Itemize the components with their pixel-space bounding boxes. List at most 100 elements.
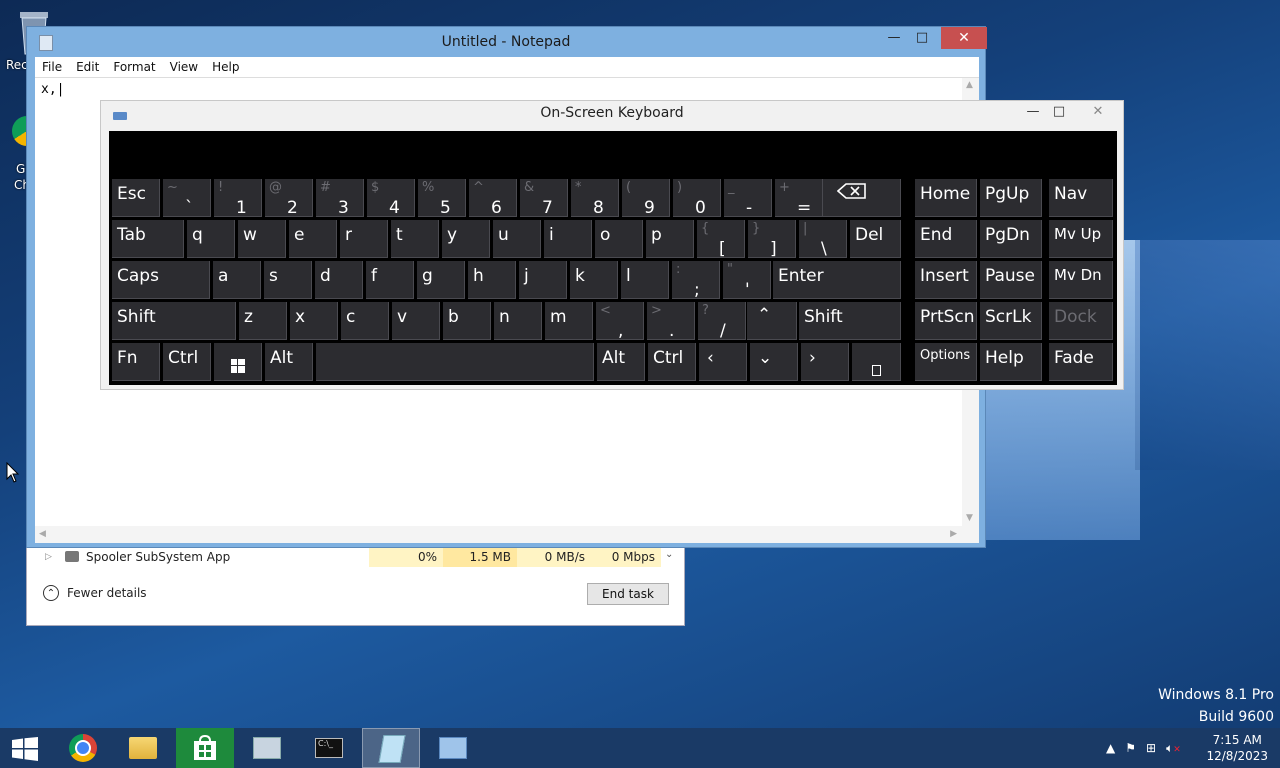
key-ctrl-left[interactable]: Ctrl — [163, 343, 211, 381]
scroll-left-icon[interactable]: ◀ — [39, 529, 46, 539]
key-num-11[interactable]: _ - — [724, 179, 772, 218]
key-y[interactable]: y — [442, 220, 490, 258]
end-task-button[interactable]: End task — [587, 583, 669, 605]
key-num-7[interactable]: & 7 — [520, 179, 568, 218]
key-backspace[interactable] — [823, 179, 901, 217]
key-tab[interactable]: Tab — [112, 220, 184, 258]
key-scrlk[interactable]: ScrLk — [980, 302, 1042, 340]
key-left[interactable]: ‹ — [699, 343, 747, 381]
key-home[interactable]: Home — [915, 179, 977, 217]
close-button[interactable]: ✕ — [941, 27, 987, 49]
start-button[interactable] — [0, 728, 50, 768]
network-icon[interactable]: ⊞ — [1146, 741, 1156, 755]
key-options[interactable]: Options — [915, 343, 977, 381]
key-a[interactable]: a — [213, 261, 261, 299]
menu-edit[interactable]: Edit — [69, 60, 106, 74]
key-p[interactable]: p — [646, 220, 694, 258]
key-right[interactable]: › — [801, 343, 849, 381]
expand-chevron-icon[interactable]: ▷ — [45, 547, 52, 567]
menu-format[interactable]: Format — [106, 60, 162, 74]
key-l[interactable]: l — [621, 261, 669, 299]
taskbar-command-prompt[interactable]: C:\_ — [300, 728, 358, 768]
key-e[interactable]: e — [289, 220, 337, 258]
key-punct4-1[interactable]: >. — [647, 302, 695, 341]
key-x[interactable]: x — [290, 302, 338, 340]
taskbar-notepad[interactable] — [362, 728, 420, 768]
key-ctrl-right[interactable]: Ctrl — [648, 343, 696, 381]
key-n[interactable]: n — [494, 302, 542, 340]
menu-file[interactable]: File — [35, 60, 69, 74]
key-punct3-0[interactable]: :; — [672, 261, 720, 300]
fewer-details-toggle[interactable]: ⌃ Fewer details — [43, 585, 147, 601]
taskbar-file-explorer[interactable] — [114, 728, 172, 768]
key-pgdn[interactable]: PgDn — [980, 220, 1042, 258]
key-num-0[interactable]: ~ ` — [163, 179, 211, 218]
key-num-4[interactable]: $4 — [367, 179, 415, 218]
scroll-right-icon[interactable]: ▶ — [950, 529, 957, 539]
key-i[interactable]: i — [544, 220, 592, 258]
key-m[interactable]: m — [545, 302, 593, 340]
osk-maximize-button[interactable]: □ — [1045, 101, 1073, 123]
key-fn[interactable]: Fn — [112, 343, 160, 381]
key-pgup[interactable]: PgUp — [980, 179, 1042, 217]
key-o[interactable]: o — [595, 220, 643, 258]
key-num-6[interactable]: ^ 6 — [469, 179, 517, 218]
horizontal-scrollbar[interactable]: ◀ ▶ — [35, 526, 979, 543]
key-num-8[interactable]: * 8 — [571, 179, 619, 218]
key-j[interactable]: j — [519, 261, 567, 299]
key-c[interactable]: c — [341, 302, 389, 340]
taskbar-task-manager[interactable] — [238, 728, 296, 768]
key-f[interactable]: f — [366, 261, 414, 299]
key-d[interactable]: d — [315, 261, 363, 299]
key-num-12[interactable]: + = — [775, 179, 823, 218]
key-insert[interactable]: Insert — [915, 261, 977, 299]
key-nav[interactable]: Nav — [1049, 179, 1113, 217]
key-z[interactable]: z — [239, 302, 287, 340]
key-punct3-1[interactable]: " ' — [723, 261, 771, 300]
key-g[interactable]: g — [417, 261, 465, 299]
key-caps[interactable]: Caps — [112, 261, 210, 299]
key-prtscn[interactable]: PrtScn — [915, 302, 977, 340]
key-help[interactable]: Help — [980, 343, 1042, 381]
key-shift-left[interactable]: Shift — [112, 302, 236, 340]
key-space[interactable] — [316, 343, 594, 381]
key-shift-right[interactable]: Shift — [799, 302, 901, 340]
scroll-up-icon[interactable]: ▲ — [966, 80, 973, 90]
key-punct4-0[interactable]: <, — [596, 302, 644, 341]
key-mvup[interactable]: Mv Up — [1049, 220, 1113, 258]
key-w[interactable]: w — [238, 220, 286, 258]
taskbar-chrome[interactable] — [54, 728, 112, 768]
key-bracket-1[interactable]: }] — [748, 220, 796, 259]
process-row[interactable]: ▷ Spooler SubSystem App 0% 1.5 MB 0 MB/s… — [35, 547, 675, 567]
key-alt-left[interactable]: Alt — [265, 343, 313, 381]
key-s[interactable]: s — [264, 261, 312, 299]
key-punct4-2[interactable]: ? / — [698, 302, 746, 341]
key-num-5[interactable]: % 5 — [418, 179, 466, 218]
key-del[interactable]: Del — [850, 220, 901, 258]
osk-minimize-button[interactable]: — — [1019, 101, 1047, 123]
action-center-flag-icon[interactable]: ⚑ — [1125, 741, 1136, 755]
minimize-button[interactable]: — — [879, 27, 909, 49]
menu-help[interactable]: Help — [205, 60, 246, 74]
key-r[interactable]: r — [340, 220, 388, 258]
key-num-2[interactable]: @2 — [265, 179, 313, 218]
key-b[interactable]: b — [443, 302, 491, 340]
taskbar-clock[interactable]: 7:15 AM 12/8/2023 — [1206, 732, 1268, 764]
key-down[interactable]: ⌄ — [750, 343, 798, 381]
maximize-button[interactable]: □ — [907, 27, 937, 49]
taskbar-on-screen-keyboard[interactable] — [424, 728, 482, 768]
key-mvdn[interactable]: Mv Dn — [1049, 261, 1113, 299]
key-bracket-0[interactable]: {[ — [697, 220, 745, 259]
key-menu[interactable] — [852, 343, 901, 381]
key-num-3[interactable]: #3 — [316, 179, 364, 218]
key-up[interactable]: ⌃ — [747, 302, 797, 340]
key-bracket-2[interactable]: | \ — [799, 220, 847, 259]
key-enter[interactable]: Enter — [773, 261, 901, 299]
volume-muted-icon[interactable]: 🔈︎✕ — [1166, 741, 1181, 756]
taskbar-store[interactable] — [176, 728, 234, 768]
key-alt-right[interactable]: Alt — [597, 343, 645, 381]
scroll-down-icon[interactable]: ⌄ — [665, 549, 673, 560]
key-u[interactable]: u — [493, 220, 541, 258]
key-pause[interactable]: Pause — [980, 261, 1042, 299]
key-k[interactable]: k — [570, 261, 618, 299]
